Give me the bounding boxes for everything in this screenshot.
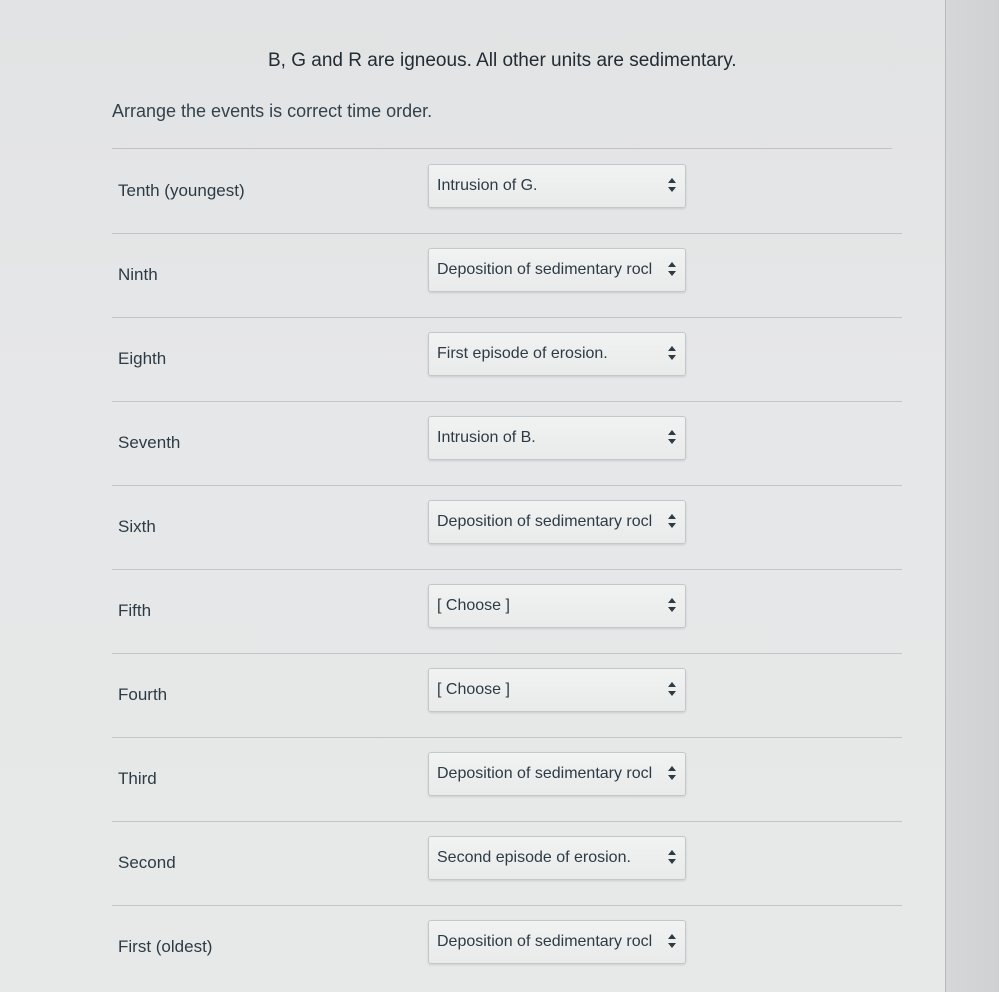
up-down-arrows-icon — [667, 427, 677, 447]
match-row-seventh: Seventh Intrusion of B. — [112, 401, 902, 486]
match-row-tenth: Tenth (youngest) Intrusion of G. — [112, 149, 902, 234]
row-label: Fifth — [118, 601, 152, 620]
select-value: First episode of erosion. — [437, 345, 608, 362]
up-down-arrows-icon — [667, 259, 677, 279]
up-down-arrows-icon — [667, 847, 677, 867]
select-value: Deposition of sedimentary rocl — [437, 933, 653, 950]
match-row-fourth: Fourth [ Choose ] — [112, 653, 902, 738]
question-instructions: Arrange the events is correct time order… — [112, 101, 433, 121]
row-label: Sixth — [118, 517, 156, 536]
select-value: Deposition of sedimentary rocl — [437, 513, 653, 530]
row-label: Tenth (youngest) — [118, 181, 245, 200]
row-label: Eighth — [118, 349, 167, 368]
match-row-ninth: Ninth Deposition of sedimentary rocl — [112, 233, 902, 318]
match-row-second: Second Second episode of erosion. — [112, 821, 902, 906]
match-row-fifth: Fifth [ Choose ] — [112, 569, 902, 654]
event-select[interactable]: Second episode of erosion. — [428, 836, 686, 880]
select-value: [ Choose ] — [437, 681, 510, 698]
event-select[interactable]: Deposition of sedimentary rocl — [428, 920, 686, 964]
select-value: [ Choose ] — [437, 597, 510, 614]
quiz-question-panel: B, G and R are igneous. All other units … — [0, 0, 946, 992]
select-value: Deposition of sedimentary rocl — [437, 261, 653, 278]
select-value: Second episode of erosion. — [437, 849, 631, 866]
select-value: Intrusion of G. — [437, 177, 538, 194]
up-down-arrows-icon — [667, 175, 677, 195]
select-value: Deposition of sedimentary rocl — [437, 765, 653, 782]
match-row-eighth: Eighth First episode of erosion. — [112, 317, 902, 402]
event-select[interactable]: [ Choose ] — [428, 668, 686, 712]
row-label: Ninth — [118, 265, 158, 284]
up-down-arrows-icon — [667, 595, 677, 615]
event-select[interactable]: First episode of erosion. — [428, 332, 686, 376]
row-label: First (oldest) — [118, 937, 213, 956]
row-label: Seventh — [118, 433, 181, 452]
match-row-first: First (oldest) Deposition of sedimentary… — [112, 905, 902, 989]
event-select[interactable]: Deposition of sedimentary rocl — [428, 500, 686, 544]
up-down-arrows-icon — [667, 343, 677, 363]
row-label: Second — [118, 853, 176, 872]
event-select[interactable]: Intrusion of G. — [428, 164, 686, 208]
up-down-arrows-icon — [667, 679, 677, 699]
event-select[interactable]: Intrusion of B. — [428, 416, 686, 460]
igneous-notice: B, G and R are igneous. All other units … — [268, 50, 737, 71]
event-select[interactable]: [ Choose ] — [428, 584, 686, 628]
match-row-third: Third Deposition of sedimentary rocl — [112, 737, 902, 822]
up-down-arrows-icon — [667, 763, 677, 783]
select-value: Intrusion of B. — [437, 429, 536, 446]
event-select[interactable]: Deposition of sedimentary rocl — [428, 248, 686, 292]
up-down-arrows-icon — [667, 511, 677, 531]
match-row-sixth: Sixth Deposition of sedimentary rocl — [112, 485, 902, 570]
event-select[interactable]: Deposition of sedimentary rocl — [428, 752, 686, 796]
row-label: Fourth — [118, 685, 168, 704]
row-label: Third — [118, 769, 157, 788]
up-down-arrows-icon — [667, 931, 677, 951]
